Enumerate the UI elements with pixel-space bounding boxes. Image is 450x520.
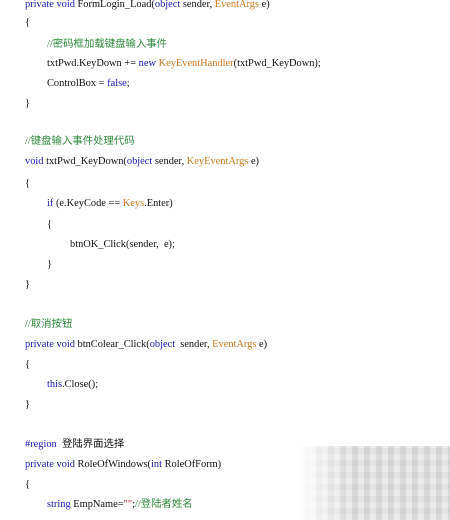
code-line: private void RoleOfWindows(int RoleOfFor… <box>25 458 221 471</box>
code-token: (e.KeyCode == <box>53 198 123 209</box>
code-token: FormLogin_Load( <box>77 0 155 10</box>
code-token: } <box>25 279 30 290</box>
code-token: //登陆者姓名 <box>134 499 193 510</box>
code-token: private void <box>25 0 78 10</box>
code-line: void txtPwd_KeyDown(object sender, KeyEv… <box>25 155 259 168</box>
code-token: { <box>25 178 30 189</box>
code-token: #region <box>25 439 57 450</box>
code-token: e) <box>256 339 268 350</box>
code-token: .Close(); <box>62 379 99 390</box>
code-token: { <box>25 17 30 28</box>
code-token: Keys <box>122 198 145 209</box>
code-token: btnOK_Click(sender, e); <box>70 239 175 250</box>
code-token: e) <box>259 0 270 10</box>
code-token: //键盘输入事件处理代码 <box>25 136 135 147</box>
code-token: .Enter) <box>144 198 173 209</box>
code-token: private void <box>25 459 78 470</box>
code-line: string EmpName="";//登陆者姓名 <box>47 498 193 511</box>
code-token: object <box>149 339 176 350</box>
code-line: } <box>25 278 30 291</box>
code-token: int <box>151 459 162 470</box>
watermark-fade <box>298 446 450 520</box>
code-line: { <box>25 358 30 371</box>
code-token: { <box>47 219 52 230</box>
code-line: } <box>25 97 30 110</box>
code-token: false <box>107 78 127 89</box>
code-token: KeyEventArgs <box>186 156 249 167</box>
code-line: } <box>25 398 30 411</box>
code-line: this.Close(); <box>47 378 98 391</box>
code-token: "" <box>123 499 133 510</box>
code-token: RoleOfForm) <box>161 459 222 470</box>
code-token: { <box>25 479 30 490</box>
code-token: } <box>25 98 30 109</box>
code-token: btnColear_Click( <box>77 339 150 350</box>
code-token: ControlBox = <box>47 78 108 89</box>
code-token: this <box>47 379 63 390</box>
code-line: ControlBox = false; <box>47 77 130 90</box>
code-token: { <box>25 359 30 370</box>
code-line: txtPwd.KeyDown += new KeyEventHandler(tx… <box>47 57 321 70</box>
code-token: sender, <box>152 156 187 167</box>
code-token: private void <box>25 339 78 350</box>
code-token: RoleOfWindows( <box>77 459 151 470</box>
code-token: (txtPwd_KeyDown); <box>233 58 321 69</box>
code-token: object <box>154 0 181 10</box>
code-line: //键盘输入事件处理代码 <box>25 135 135 148</box>
code-token: string <box>47 499 71 510</box>
code-token: object <box>126 156 153 167</box>
code-token: sender, <box>180 0 215 10</box>
code-line: if (e.KeyCode == Keys.Enter) <box>47 197 173 210</box>
code-token: EventArgs <box>212 339 257 350</box>
code-line: } <box>47 258 52 271</box>
code-line: #region 登陆界面选择 <box>25 438 124 451</box>
code-token: } <box>47 259 52 270</box>
code-line: //密码框加载键盘输入事件 <box>47 38 167 51</box>
code-line: { <box>25 478 30 491</box>
code-line: { <box>47 218 52 231</box>
code-line: //取消按钮 <box>25 318 72 331</box>
code-token: ; <box>126 78 130 89</box>
code-token: EmpName= <box>70 499 124 510</box>
code-token: } <box>25 399 30 410</box>
code-line: { <box>25 177 30 190</box>
code-token: KeyEventHandler <box>158 58 234 69</box>
code-line: { <box>25 16 30 29</box>
code-token: sender, <box>175 339 213 350</box>
code-token: 登陆界面选择 <box>56 439 125 450</box>
code-token: txtPwd_KeyDown( <box>46 156 127 167</box>
code-line: private void btnColear_Click(object send… <box>25 338 267 351</box>
code-line: btnOK_Click(sender, e); <box>70 238 175 251</box>
code-token: void <box>25 156 47 167</box>
code-token: new <box>138 58 159 69</box>
code-token: //取消按钮 <box>25 319 73 330</box>
code-token: EventArgs <box>214 0 260 10</box>
code-line: private void FormLogin_Load(object sende… <box>25 0 270 11</box>
code-token: //密码框加载键盘输入事件 <box>47 39 168 50</box>
code-editor[interactable]: private void FormLogin_Load(object sende… <box>0 0 450 520</box>
code-token: txtPwd.KeyDown += <box>47 58 139 69</box>
code-token: e) <box>248 156 260 167</box>
